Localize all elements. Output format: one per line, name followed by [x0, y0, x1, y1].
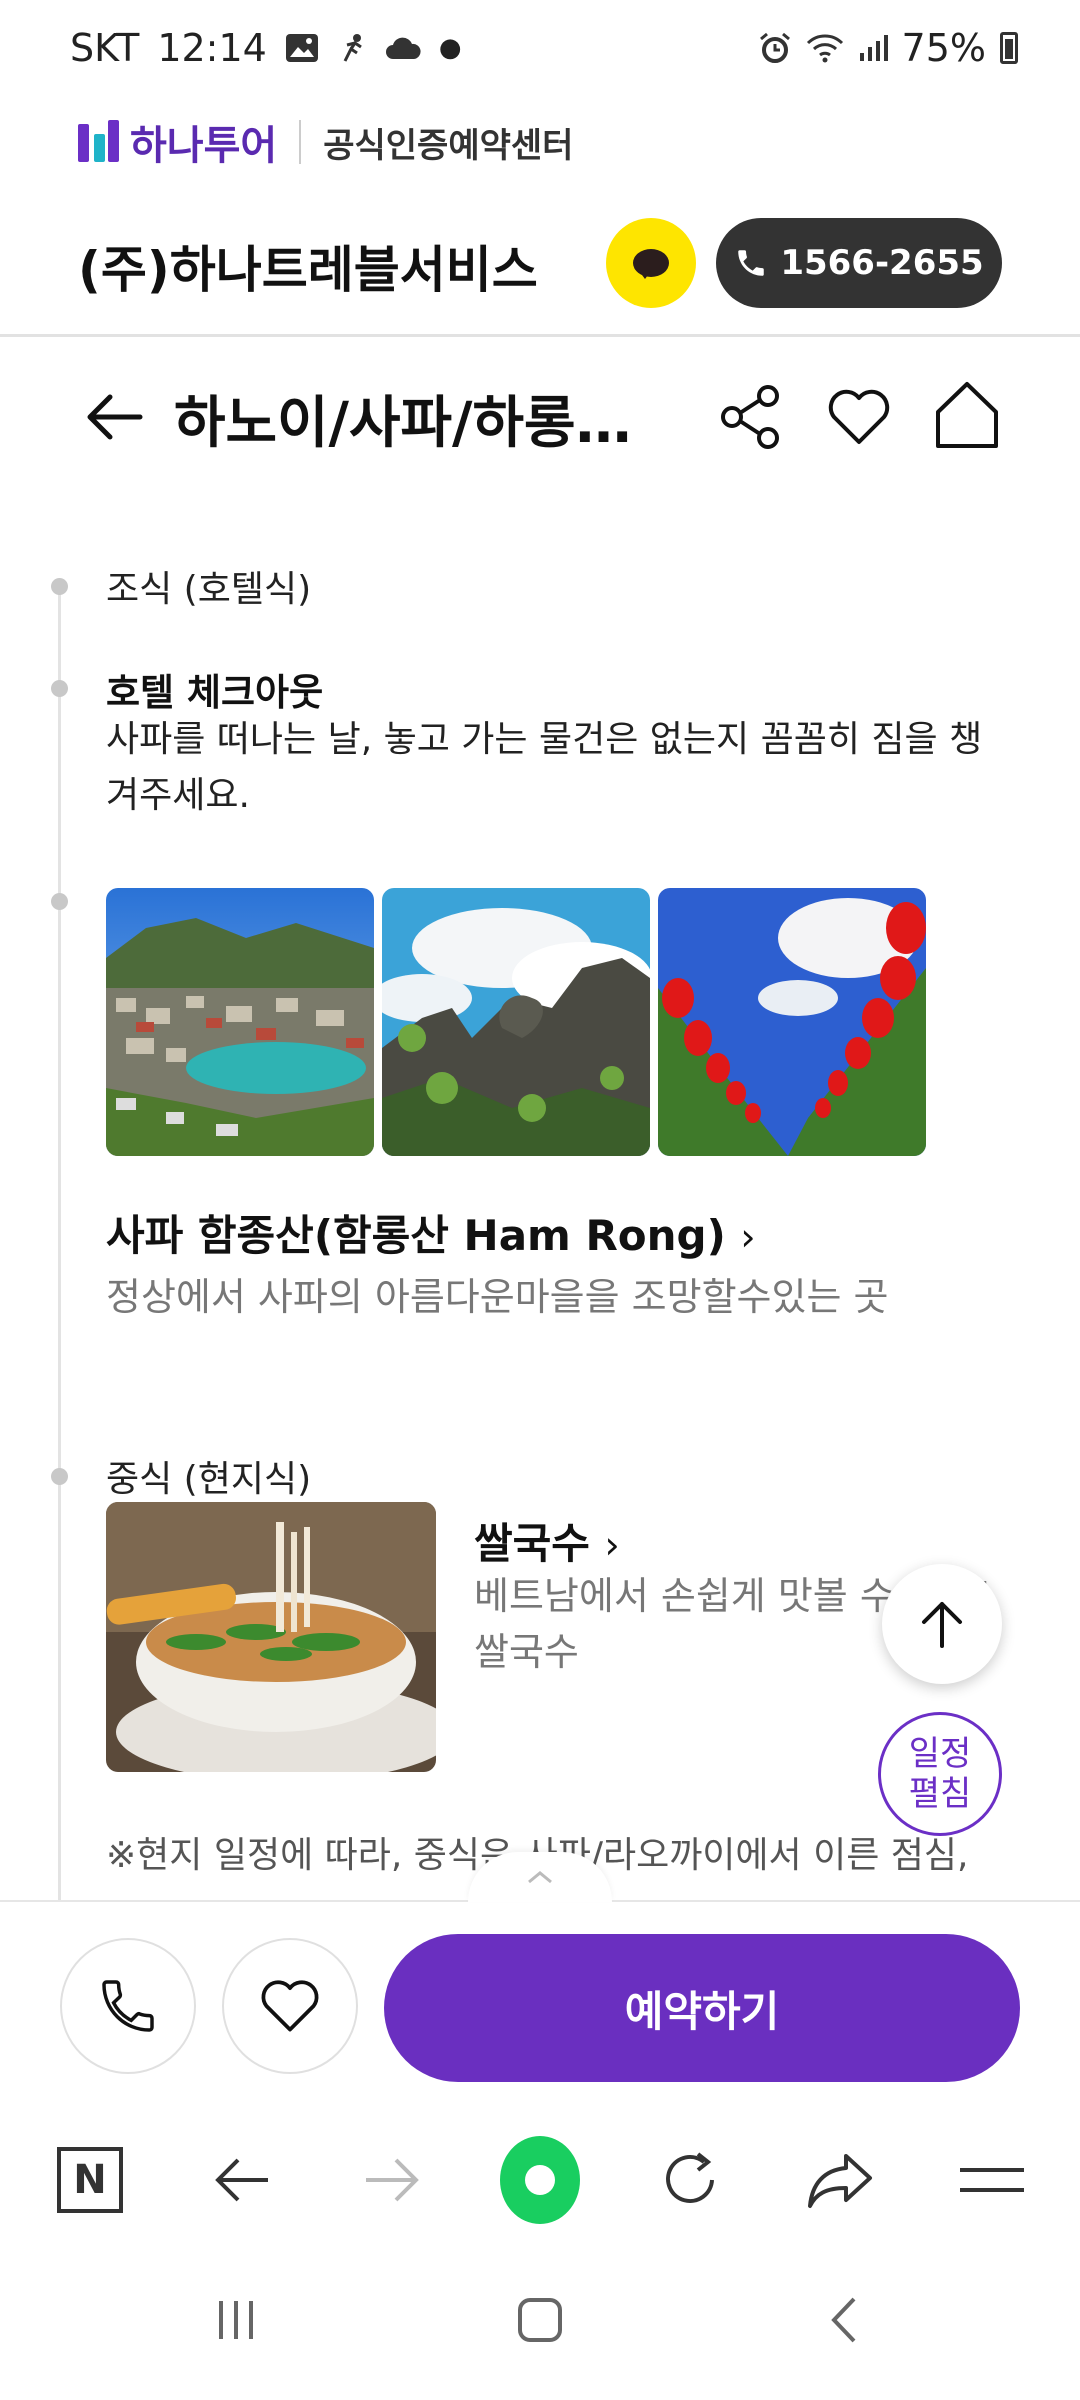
share-arrow-icon: [808, 2154, 872, 2208]
timeline-dot: [51, 1468, 68, 1485]
chevron-right-icon: ›: [604, 1523, 620, 1567]
tabs-button[interactable]: N: [50, 2140, 130, 2220]
home-nav-button[interactable]: [510, 2290, 570, 2350]
tab-n-icon: N: [57, 2147, 123, 2213]
tulip-field-photo[interactable]: [658, 888, 926, 1156]
call-agency-button[interactable]: 1566-2655: [716, 218, 1002, 308]
tab-letter: N: [73, 2157, 107, 2203]
home-square-icon: [518, 2298, 562, 2342]
call-button[interactable]: [60, 1938, 196, 2074]
gallery-icon: [285, 34, 318, 62]
reload-icon: [666, 2152, 714, 2203]
run-icon: [343, 34, 362, 62]
chat-bubble-icon: [633, 249, 669, 279]
reload-button[interactable]: [650, 2140, 730, 2220]
battery-icon: [1000, 32, 1018, 64]
back-nav-button[interactable]: [814, 2290, 874, 2350]
arrow-right-icon: [366, 2158, 419, 2202]
timeline-dot: [51, 893, 68, 910]
clock: 12:14: [157, 26, 267, 70]
chevron-left-icon: [831, 2297, 856, 2343]
heart-icon: [261, 1980, 319, 2032]
recent-apps-button[interactable]: [206, 2290, 266, 2350]
home-icon: [936, 382, 998, 448]
arrow-left-icon: [87, 394, 143, 440]
agency-name: (주)하나트레블서비스: [78, 241, 538, 299]
chevron-up-icon: [528, 1871, 552, 1884]
kakao-chat-button[interactable]: [606, 218, 696, 308]
wifi-icon: [806, 34, 843, 63]
recent-apps-icon: [219, 2301, 253, 2339]
alarm-icon: [759, 32, 790, 63]
page-title: 하노이/사파/하롱베...: [174, 391, 674, 456]
book-button[interactable]: 예약하기: [384, 1934, 1020, 2082]
place-description: 정상에서 사파의 아름다운마을을 조망할수있는 곳: [106, 1275, 889, 1319]
battery-percent: 75%: [901, 26, 986, 70]
timeline-line: [58, 582, 61, 1902]
phone-icon: [738, 250, 765, 276]
favorite-button[interactable]: [222, 1938, 358, 2074]
lunch-label: 중식 (현지식): [106, 1459, 312, 1500]
carrier: SKT: [70, 26, 140, 70]
home-button[interactable]: [932, 378, 1002, 452]
brand-divider: [299, 120, 302, 164]
ham-rong-rocks-photo[interactable]: [382, 888, 650, 1156]
dot-icon: ●: [438, 33, 462, 63]
pho-link[interactable]: 쌀국수 ›: [474, 1510, 620, 1571]
breakfast-label: 조식 (호텔식): [106, 569, 312, 610]
place-title: 사파 함종산(함롱산 Ham Rong): [106, 1211, 726, 1260]
brand-name: 하나투어: [130, 123, 278, 169]
expand-schedule-button[interactable]: 일정 펼침: [878, 1712, 1002, 1836]
expand-schedule-label: 일정 펼침: [908, 1734, 972, 1814]
arrow-left-icon: [215, 2158, 268, 2202]
brand-bar[interactable]: 하나투어 공식인증예약센터: [78, 112, 573, 172]
timeline-dot: [51, 680, 68, 697]
phone-icon: [102, 1980, 154, 2032]
pho-photo[interactable]: [106, 1502, 436, 1772]
arrow-up-icon: [922, 1602, 962, 1648]
sapa-town-photo[interactable]: [106, 888, 374, 1156]
signal-icon: [859, 35, 888, 61]
share-icon: [721, 385, 779, 449]
share-page-button[interactable]: [800, 2140, 880, 2220]
scroll-to-top-button[interactable]: [882, 1564, 1002, 1684]
share-button[interactable]: [716, 382, 786, 452]
browser-back-button[interactable]: [202, 2140, 282, 2220]
header-divider: [0, 334, 1080, 337]
agency-phone: 1566-2655: [780, 243, 984, 283]
ham-rong-link[interactable]: 사파 함종산(함롱산 Ham Rong) ›: [106, 1202, 756, 1263]
cloud-icon: [385, 37, 421, 59]
checkout-description: 사파를 떠나는 날, 놓고 가는 물건은 없는지 꼼꼼히 짐을 챙겨주세요.: [106, 719, 983, 816]
food-title: 쌀국수: [474, 1519, 590, 1568]
wishlist-button[interactable]: [824, 382, 894, 452]
checkout-title: 호텔 체크아웃: [106, 671, 324, 714]
browser-forward-button[interactable]: [352, 2140, 432, 2220]
system-nav-bar: [0, 2260, 1080, 2400]
hamburger-icon: [960, 2168, 1024, 2192]
menu-button[interactable]: [952, 2140, 1032, 2220]
green-dot-icon: [500, 2136, 580, 2224]
status-bar: SKT 12:14 ● 75%: [0, 0, 1080, 100]
hanatour-logo-icon: [78, 120, 120, 164]
naver-green-dot-button[interactable]: [500, 2136, 580, 2224]
timeline-dot: [51, 578, 68, 595]
back-button[interactable]: [80, 382, 150, 452]
chevron-right-icon: ›: [740, 1215, 756, 1259]
heart-icon: [828, 389, 890, 444]
certified-label: 공식인증예약센터: [323, 125, 574, 166]
